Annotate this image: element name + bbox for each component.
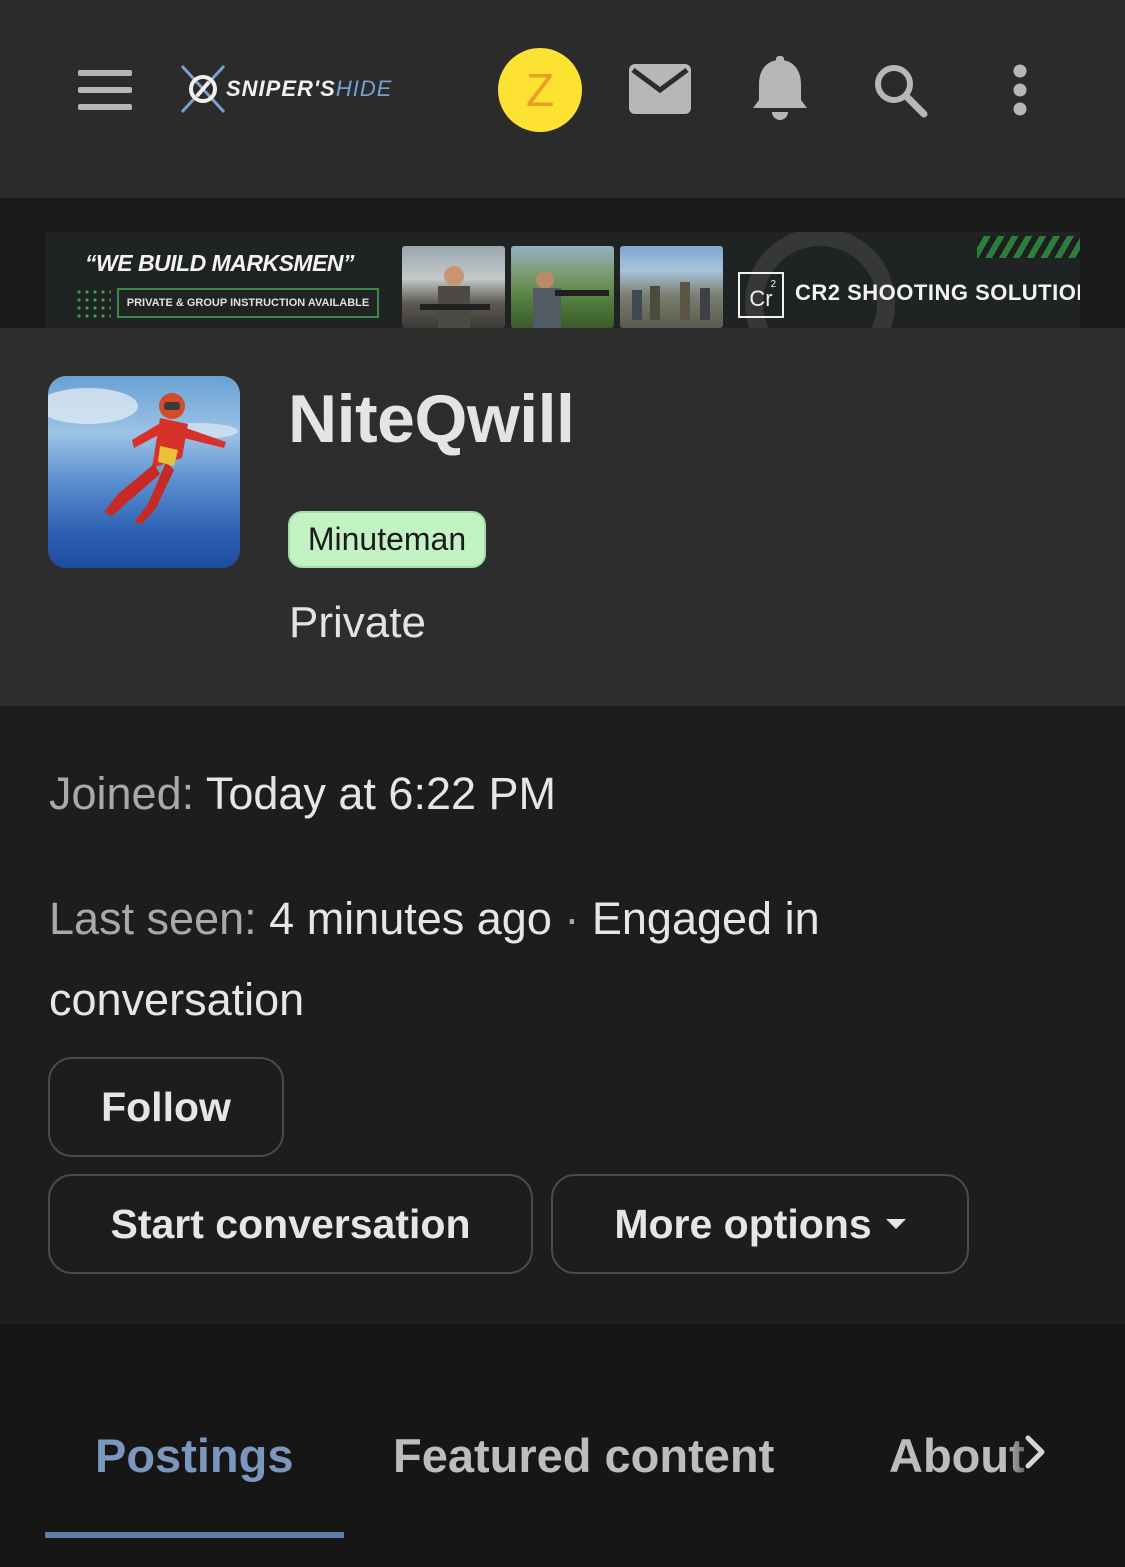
last-seen-value[interactable]: 4 minutes ago — [269, 893, 552, 944]
tab-postings[interactable]: Postings — [95, 1428, 293, 1483]
site-logo[interactable]: SNIPER'SHIDE — [178, 62, 434, 116]
joined-label: Joined: — [49, 768, 195, 819]
info-separator: · — [564, 893, 580, 944]
profile-header: NiteQwill Minuteman Private — [0, 328, 1125, 706]
banner-chevrons — [977, 236, 1080, 258]
menu-icon[interactable] — [78, 70, 132, 110]
mail-icon[interactable] — [629, 64, 691, 114]
banner-photo — [620, 246, 723, 328]
banner-area: “WE BUILD MARKSMEN” PRIVATE & GROUP INST… — [0, 198, 1125, 328]
cr2-logo-box: Cr 2 — [738, 272, 784, 318]
banner-quote: “WE BUILD MARKSMEN” — [85, 250, 355, 276]
active-tab-indicator — [45, 1532, 344, 1538]
last-seen-label: Last seen: — [49, 893, 257, 944]
follow-button[interactable]: Follow — [48, 1057, 284, 1157]
logo-wordmark: SNIPER'SHIDE — [226, 76, 393, 101]
profile-avatar[interactable] — [48, 376, 240, 568]
banner-dot-pattern — [75, 288, 111, 318]
search-icon[interactable] — [872, 62, 928, 118]
user-banner-badge: Minuteman — [288, 511, 486, 568]
user-avatar[interactable]: Z — [498, 48, 582, 132]
caret-down-icon — [885, 1219, 906, 1230]
last-seen-info: Last seen: 4 minutes ago · Engaged in co… — [49, 878, 1049, 1040]
joined-value: Today at 6:22 PM — [205, 768, 557, 819]
more-options-button[interactable]: More options — [551, 1174, 969, 1274]
banner-subline: PRIVATE & GROUP INSTRUCTION AVAILABLE — [117, 288, 379, 318]
chevron-right-icon[interactable] — [1022, 1432, 1048, 1472]
tab-featured-content[interactable]: Featured content — [393, 1428, 774, 1483]
more-options-label: More options — [614, 1201, 872, 1247]
banner-brand: CR2 SHOOTING SOLUTIONS — [795, 280, 1080, 305]
crosshair-logo-icon — [180, 64, 226, 114]
skydiver-image — [48, 388, 238, 524]
ad-banner[interactable]: “WE BUILD MARKSMEN” PRIVATE & GROUP INST… — [45, 232, 1080, 328]
user-title: Private — [289, 598, 426, 647]
start-conversation-button[interactable]: Start conversation — [48, 1174, 533, 1274]
tab-about[interactable]: About — [889, 1428, 1025, 1483]
banner-photo — [402, 246, 505, 328]
banner-photo — [511, 246, 614, 328]
bell-icon[interactable] — [750, 56, 810, 124]
top-navigation-bar: SNIPER'SHIDE Z — [0, 0, 1125, 198]
profile-tabs: Postings Featured content About — [0, 1324, 1125, 1567]
profile-username: NiteQwill — [288, 381, 575, 457]
more-vertical-icon[interactable] — [1010, 64, 1030, 116]
joined-info: Joined: Today at 6:22 PM — [49, 768, 556, 820]
